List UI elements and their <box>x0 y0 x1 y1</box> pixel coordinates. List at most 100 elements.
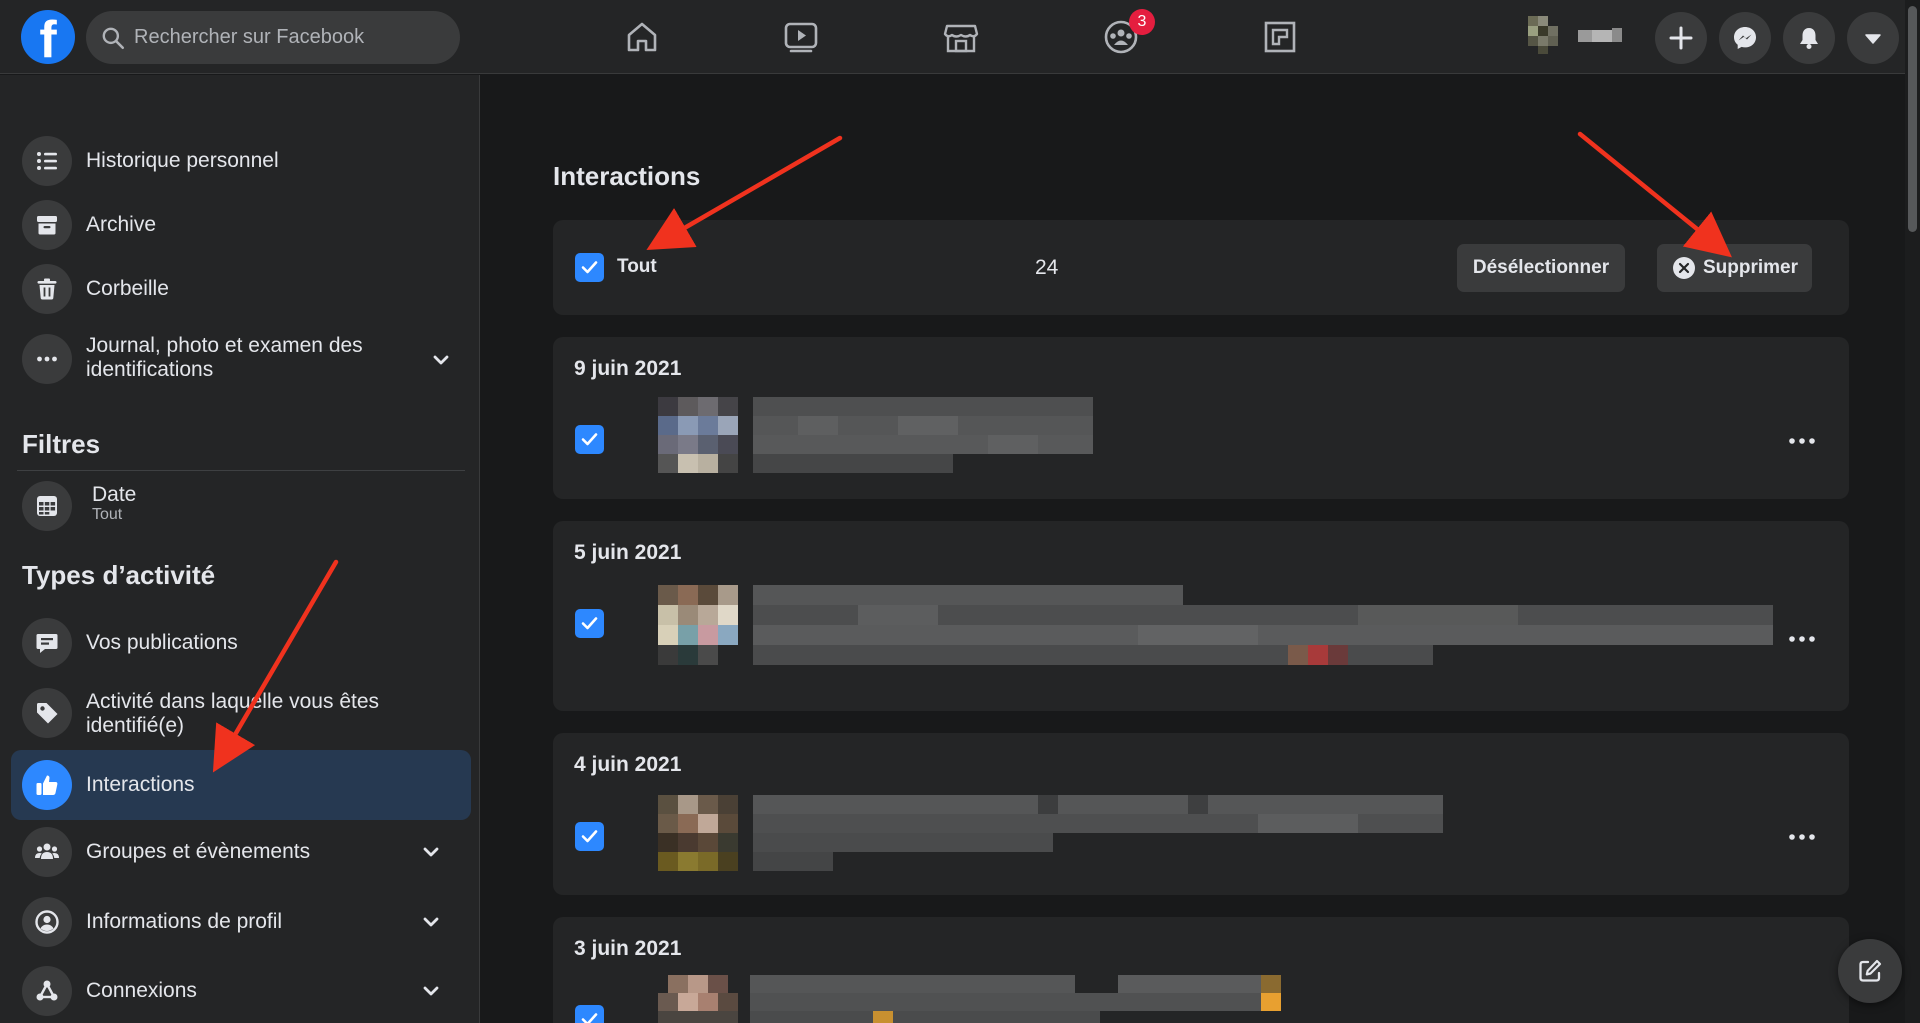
chevron-down-icon[interactable] <box>431 350 451 370</box>
chevron-down-icon[interactable] <box>421 981 441 1001</box>
scrollbar-thumb[interactable] <box>1908 6 1917 232</box>
profile-shortcut[interactable] <box>1518 12 1638 62</box>
profile-icon <box>22 897 72 947</box>
sidebar-item-label-line1: Journal, photo et examen des <box>86 334 363 357</box>
sidebar-item-informations-profil[interactable]: Informations de profil <box>11 890 471 954</box>
activity-entry: 9 juin 2021 <box>553 337 1849 499</box>
trash-icon <box>22 264 72 314</box>
page-title: Interactions <box>553 161 701 191</box>
entry-checkbox[interactable] <box>575 1005 604 1023</box>
sidebar-item-label: Connexions <box>86 979 197 1002</box>
marketplace-icon[interactable] <box>938 14 984 60</box>
avatar <box>1528 16 1622 54</box>
checkmark-icon <box>581 261 598 274</box>
account-menu-button[interactable] <box>1847 12 1899 64</box>
sidebar-divider <box>17 470 465 471</box>
gaming-icon[interactable] <box>1257 14 1303 60</box>
tag-icon <box>22 688 72 738</box>
sidebar-item-label-line2: identifications <box>86 358 214 381</box>
entry-checkbox[interactable] <box>575 425 604 454</box>
search-placeholder: Rechercher sur Facebook <box>134 26 365 48</box>
sidebar-item-connexions[interactable]: Connexions <box>11 959 471 1023</box>
activity-entry: 5 juin 2021 <box>553 521 1849 711</box>
activity-log-sidebar: Historique personnel Archive Corbeille J… <box>0 75 480 1023</box>
delete-button[interactable]: Supprimer <box>1657 244 1812 292</box>
plus-icon <box>1669 26 1693 50</box>
select-all-checkbox[interactable] <box>575 253 604 282</box>
sidebar-item-label: Archive <box>86 213 157 236</box>
sidebar-item-historique[interactable]: Historique personnel <box>11 129 471 193</box>
facebook-logo[interactable]: f <box>21 10 75 68</box>
connections-icon <box>22 966 72 1016</box>
notifications-button[interactable] <box>1783 12 1835 64</box>
sidebar-item-journal-photo-identifications[interactable]: Journal, photo et examen des identificat… <box>11 321 471 397</box>
sidebar-item-interactions[interactable]: Interactions <box>11 750 471 820</box>
more-options-icon[interactable] <box>1787 436 1817 446</box>
facebook-logo-letter: f <box>39 11 57 69</box>
archive-icon <box>22 200 72 250</box>
groups-notification-badge: 3 <box>1129 9 1155 35</box>
bulk-action-bar: Tout 24 Désélectionner Supprimer <box>553 220 1849 315</box>
entry-date: 9 juin 2021 <box>574 357 682 380</box>
sidebar-item-label: Interactions <box>86 773 195 796</box>
sidebar-item-label: Informations de profil <box>86 910 283 933</box>
delete-button-label: Supprimer <box>1703 257 1799 278</box>
groups-icon <box>22 827 72 877</box>
sidebar-item-label: Vos publications <box>86 631 238 654</box>
sidebar-item-archive[interactable]: Archive <box>11 193 471 257</box>
bell-icon <box>1800 28 1818 49</box>
entry-checkbox[interactable] <box>575 822 604 851</box>
checkmark-icon <box>581 830 598 843</box>
create-button[interactable] <box>1655 12 1707 64</box>
watch-icon[interactable] <box>778 14 824 60</box>
entry-date: 5 juin 2021 <box>574 541 682 564</box>
calendar-icon <box>22 481 72 531</box>
redacted-thumbnail <box>658 397 1093 473</box>
chevron-down-icon[interactable] <box>421 842 441 862</box>
sidebar-item-corbeille[interactable]: Corbeille <box>11 257 471 321</box>
new-message-button[interactable] <box>1838 939 1902 1003</box>
sidebar-item-label-line1: Activité dans laquelle vous êtes <box>86 690 380 713</box>
post-icon <box>22 618 72 668</box>
select-all-label: Tout <box>617 256 657 277</box>
compose-icon <box>1859 959 1882 982</box>
deselect-button[interactable]: Désélectionner <box>1457 244 1625 292</box>
redacted-thumbnail <box>658 975 1281 1023</box>
more-options-icon[interactable] <box>1787 634 1817 644</box>
top-navigation-bar: f Rechercher sur Facebook 3 <box>0 0 1905 74</box>
messenger-button[interactable] <box>1719 12 1771 64</box>
page-scrollbar[interactable] <box>1905 0 1920 1023</box>
redacted-thumbnail <box>658 585 1773 665</box>
sidebar-item-identifications[interactable]: Activité dans laquelle vous êtes identif… <box>11 675 471 751</box>
entry-checkbox[interactable] <box>575 609 604 638</box>
search-icon <box>102 27 125 50</box>
search-input[interactable]: Rechercher sur Facebook <box>86 11 460 64</box>
messenger-icon <box>1734 27 1756 49</box>
sidebar-item-label: Historique personnel <box>86 149 279 172</box>
sidebar-item-vos-publications[interactable]: Vos publications <box>11 611 471 675</box>
chevron-down-icon[interactable] <box>421 912 441 932</box>
filters-title: Filtres <box>22 429 101 459</box>
activity-entry: 3 juin 2021 <box>553 917 1849 1023</box>
home-icon[interactable] <box>619 14 665 60</box>
entry-date: 4 juin 2021 <box>574 753 682 776</box>
redacted-thumbnail <box>658 795 1443 871</box>
checkmark-icon <box>581 433 598 446</box>
list-icon <box>22 136 72 186</box>
checkmark-icon <box>581 1013 598 1023</box>
sidebar-item-label-line2: identifié(e) <box>86 714 185 737</box>
more-icon <box>22 334 72 384</box>
activity-types-title: Types d’activité <box>22 560 216 590</box>
entry-date: 3 juin 2021 <box>574 937 682 960</box>
date-filter-value: Tout <box>92 506 123 523</box>
selected-count: 24 <box>1035 256 1059 279</box>
sidebar-item-label: Groupes et évènements <box>86 840 311 863</box>
sidebar-item-label: Corbeille <box>86 277 169 300</box>
close-circle-icon <box>1673 257 1695 279</box>
checkmark-icon <box>581 617 598 630</box>
date-filter[interactable]: Date <box>11 473 471 539</box>
more-options-icon[interactable] <box>1787 832 1817 842</box>
caret-down-icon <box>1865 34 1881 44</box>
sidebar-item-groupes-evenements[interactable]: Groupes et évènements <box>11 820 471 884</box>
thumbs-up-icon <box>22 760 72 810</box>
